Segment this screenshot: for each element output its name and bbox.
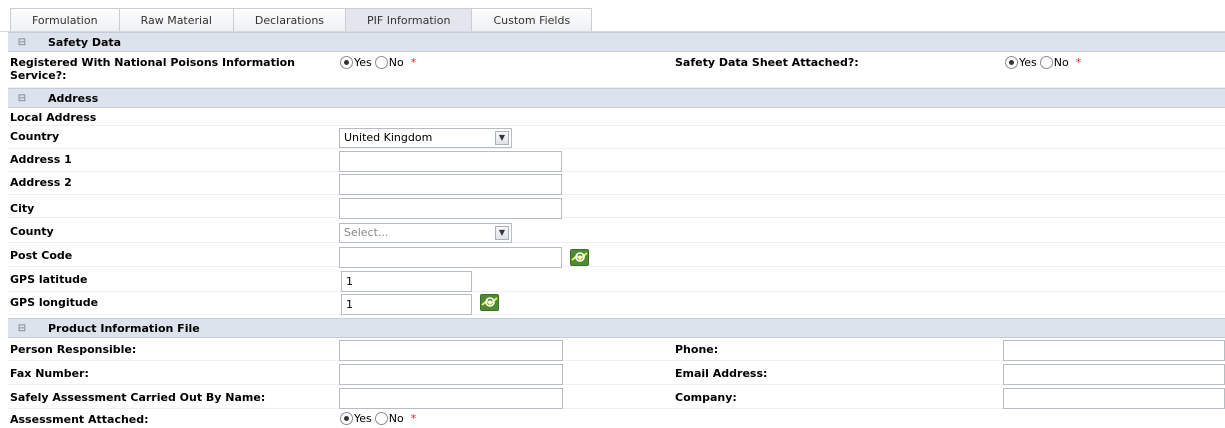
longitude-label: GPS longitude [10, 296, 99, 309]
sds-yes-label: Yes [1019, 56, 1037, 69]
address1-input[interactable] [339, 151, 562, 172]
row-person-phone: Person Responsible: Phone: [8, 338, 1225, 361]
section-title: Address [48, 91, 99, 105]
fax-input[interactable] [339, 364, 563, 385]
person-responsible-label: Person Responsible: [10, 343, 137, 356]
section-address: ⊟ Address [8, 88, 1225, 108]
row-safety: Registered With National Poisons Informa… [8, 52, 1225, 88]
row-longitude: GPS longitude 1 [8, 292, 1225, 315]
tab-raw-material[interactable]: Raw Material [118, 8, 234, 32]
country-label: Country [10, 130, 60, 143]
npis-yes-radio[interactable] [340, 56, 353, 69]
row-fax-email: Fax Number: Email Address: [8, 362, 1225, 385]
company-label: Company: [675, 391, 737, 404]
assessor-input[interactable] [339, 388, 563, 409]
required-marker: * [410, 412, 417, 425]
latitude-input[interactable]: 1 [341, 271, 472, 292]
row-latitude: GPS latitude 1 [8, 269, 1225, 292]
section-title: Product Information File [48, 321, 200, 335]
required-marker: * [410, 56, 417, 69]
county-select[interactable]: Select... ▼ [339, 223, 512, 243]
chevron-down-icon[interactable]: ▼ [495, 131, 509, 145]
row-city: City [8, 195, 1225, 219]
assessment-radio-group: Yes No * [340, 412, 416, 425]
email-label: Email Address: [675, 367, 768, 380]
tab-pif-information[interactable]: PIF Information [345, 8, 473, 32]
phone-label: Phone: [675, 343, 719, 356]
row-postcode: Post Code [8, 244, 1225, 268]
assessment-attached-label: Assessment Attached: [10, 413, 149, 426]
npis-no-label: No [388, 56, 404, 69]
postcode-label: Post Code [10, 249, 73, 262]
assessment-yes-radio[interactable] [340, 412, 353, 425]
latitude-label: GPS latitude [10, 273, 88, 286]
sds-label: Safety Data Sheet Attached?: [675, 56, 859, 69]
npis-no-radio[interactable] [374, 56, 388, 69]
county-label: County [10, 225, 54, 238]
city-input[interactable] [339, 198, 562, 219]
tab-formulation[interactable]: Formulation [10, 8, 120, 32]
email-input[interactable] [1003, 364, 1225, 385]
address2-input[interactable] [339, 174, 562, 195]
postcode-input[interactable] [339, 247, 562, 268]
row-address1: Address 1 [8, 149, 1225, 172]
section-safety-data: ⊟ Safety Data [8, 32, 1225, 52]
map-lookup-icon[interactable] [570, 249, 589, 266]
country-value: United Kingdom [344, 131, 433, 144]
address2-label: Address 2 [10, 176, 72, 189]
country-select[interactable]: United Kingdom ▼ [339, 128, 512, 148]
collapse-address-icon[interactable]: ⊟ [16, 93, 28, 104]
row-local-address: Local Address [8, 108, 1225, 126]
npis-label: Registered With National Poisons Informa… [10, 56, 296, 82]
npis-radio-group: Yes No * [340, 56, 416, 69]
tab-custom-fields[interactable]: Custom Fields [471, 8, 593, 32]
map-lookup-icon[interactable] [480, 294, 499, 311]
row-country: Country United Kingdom ▼ [8, 126, 1225, 149]
assessment-no-label: No [388, 412, 404, 425]
section-title: Safety Data [48, 35, 122, 49]
collapse-safety-icon[interactable]: ⊟ [16, 37, 28, 48]
local-address-heading: Local Address [10, 111, 97, 124]
section-product-information-file: ⊟ Product Information File [8, 318, 1225, 338]
address1-label: Address 1 [10, 153, 72, 166]
county-placeholder: Select... [344, 226, 389, 239]
required-marker: * [1075, 56, 1082, 69]
collapse-pif-icon[interactable]: ⊟ [16, 323, 28, 334]
tab-bar: Formulation Raw Material Declarations PI… [10, 8, 593, 32]
phone-input[interactable] [1003, 340, 1225, 361]
sds-no-label: No [1053, 56, 1069, 69]
row-assessor-company: Safely Assessment Carried Out By Name: C… [8, 386, 1225, 409]
npis-yes-label: Yes [354, 56, 372, 69]
assessment-yes-label: Yes [354, 412, 372, 425]
assessment-no-radio[interactable] [374, 412, 388, 425]
row-county: County Select... ▼ [8, 220, 1225, 243]
assessor-label: Safely Assessment Carried Out By Name: [10, 391, 266, 404]
sds-radio-group: Yes No * [1005, 56, 1081, 69]
sds-yes-radio[interactable] [1005, 56, 1018, 69]
chevron-down-icon[interactable]: ▼ [495, 226, 509, 240]
fax-label: Fax Number: [10, 367, 89, 380]
company-input[interactable] [1003, 388, 1225, 409]
row-address2: Address 2 [8, 172, 1225, 195]
row-assessment-attached: Assessment Attached: Yes No * [8, 409, 1225, 428]
tab-declarations[interactable]: Declarations [232, 8, 347, 32]
person-responsible-input[interactable] [339, 340, 563, 361]
city-label: City [10, 202, 35, 215]
longitude-input[interactable]: 1 [341, 294, 472, 315]
sds-no-radio[interactable] [1039, 56, 1053, 69]
